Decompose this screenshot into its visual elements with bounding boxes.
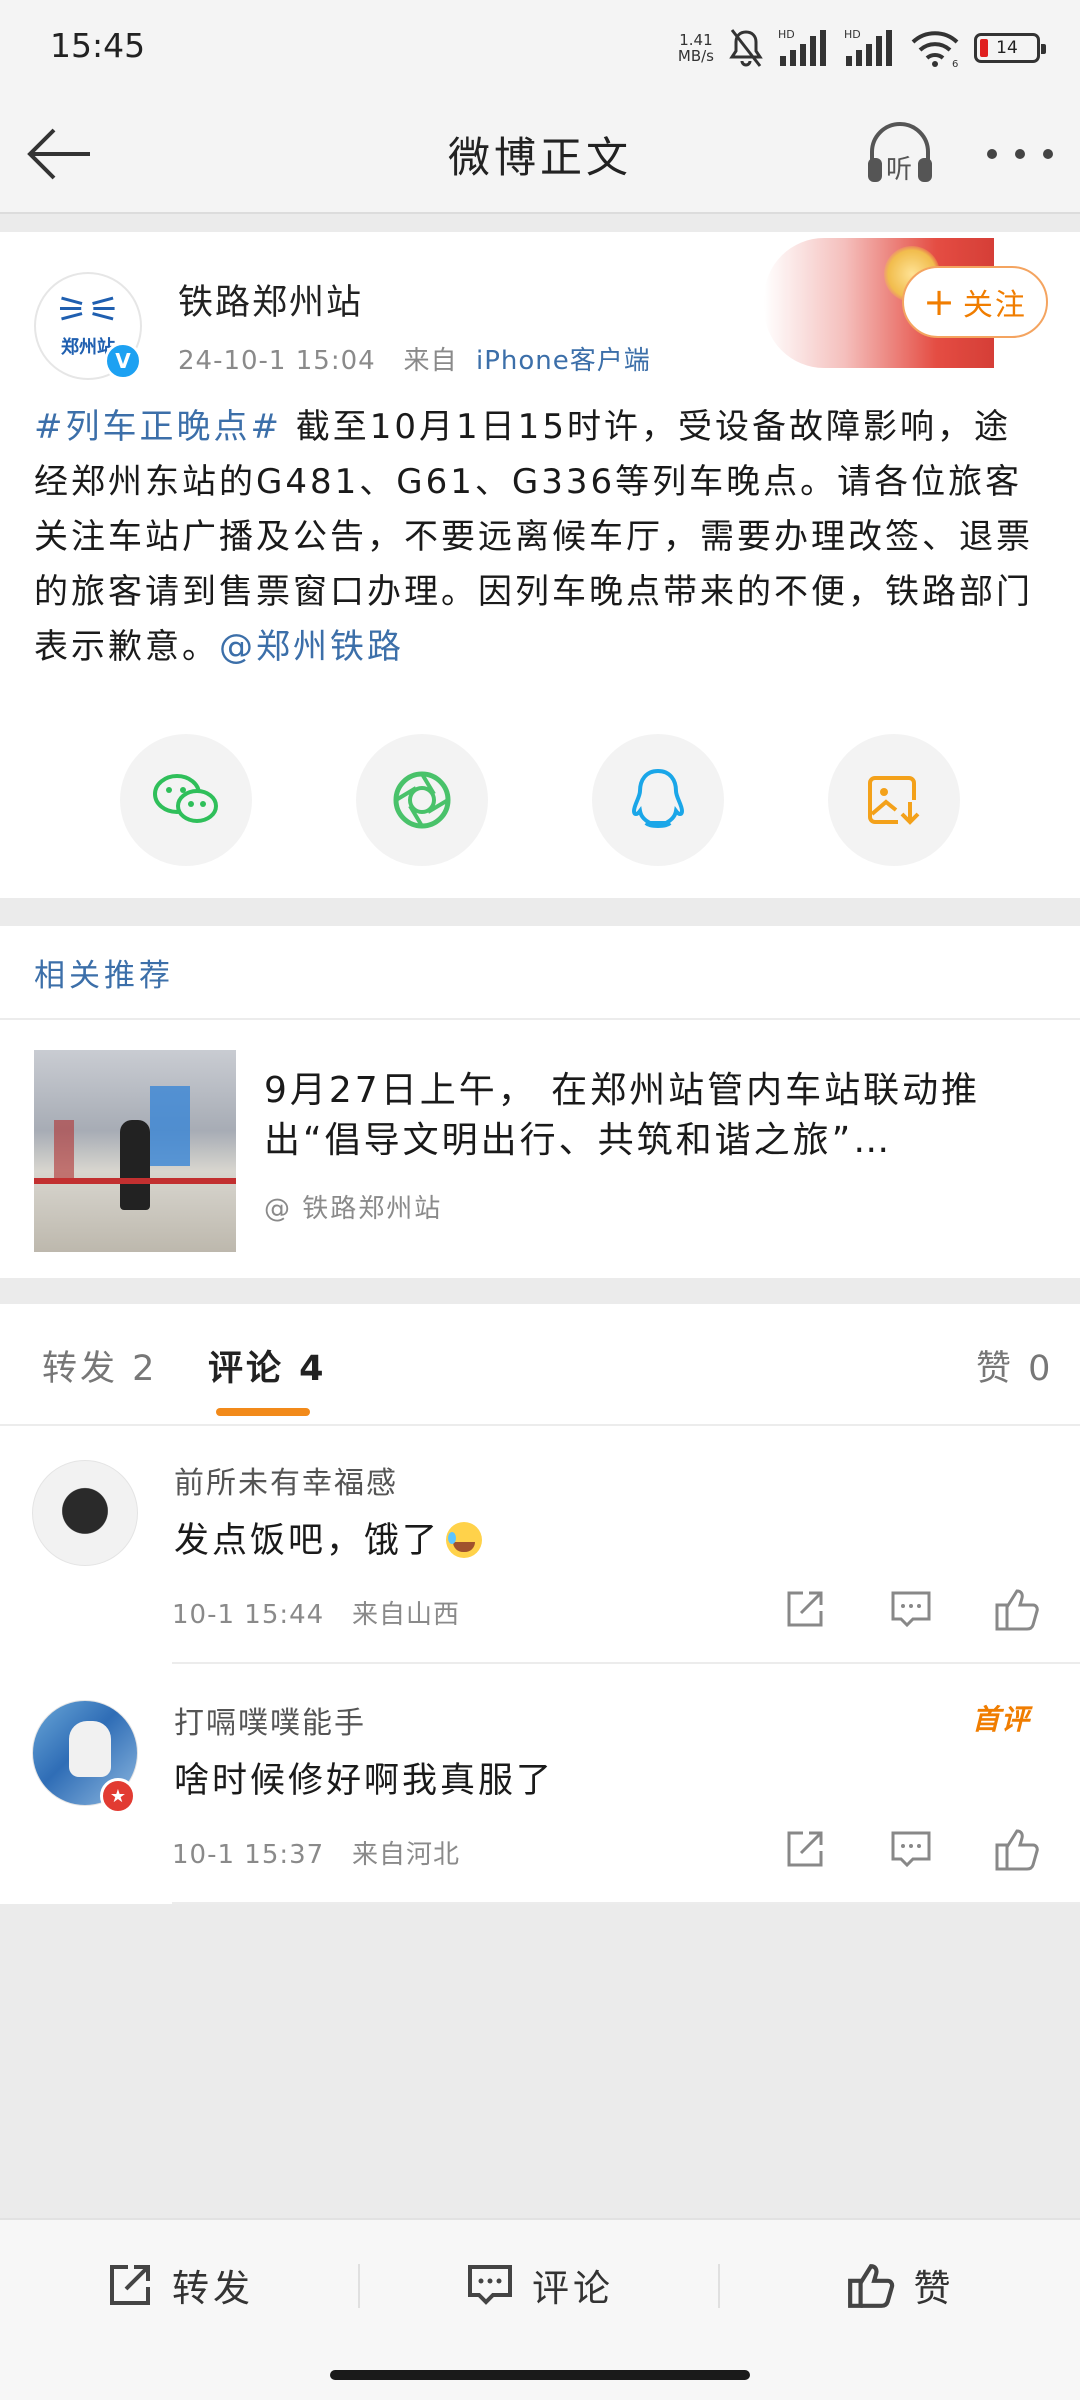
related-thumbnail: [34, 1050, 236, 1252]
comment-author[interactable]: 前所未有幸福感: [174, 1458, 398, 1502]
follow-label: 关注: [962, 288, 1027, 323]
member-badge-icon: ★: [100, 1778, 136, 1814]
reply-bubble-icon: [891, 1831, 931, 1868]
divider: [172, 1662, 1080, 1664]
save-image-button[interactable]: [828, 734, 960, 866]
bottom-repost-label: 转发: [172, 2267, 254, 2310]
comment-meta: 10-1 15:44 来自山西: [172, 1594, 460, 1631]
listen-headphones-icon[interactable]: 听: [864, 118, 936, 188]
comment-location: 来自山西: [352, 1600, 461, 1630]
comment-icon: [468, 2265, 512, 2305]
signal-hd-label: HD: [844, 28, 861, 41]
signal-icon: HD: [844, 28, 892, 66]
laugh-cry-emoji-icon: [446, 1522, 483, 1558]
topic-link[interactable]: #列车正晚点#: [34, 407, 282, 447]
thumbs-up-icon: [847, 2264, 894, 2308]
comment-text-content: 发点饭吧，饿了: [174, 1521, 441, 1561]
comment-author[interactable]: 打嗝噗噗能手: [174, 1698, 366, 1742]
status-time: 15:45: [50, 26, 146, 65]
related-title: 9月27日上午， 在郑州站管内车站联动推出“倡导文明出行、共筑和谐之旅”…: [264, 1070, 981, 1161]
post-source-prefix: 来自: [403, 346, 458, 376]
comment-reply-button[interactable]: [884, 1822, 938, 1876]
wifi-sub-label: 6: [952, 59, 958, 68]
comment-text: 啥时候修好啊我真服了: [174, 1761, 555, 1801]
verified-badge-icon: V: [104, 342, 142, 380]
bottom-like-label: 赞: [913, 2267, 955, 2310]
status-icons: 1.41 MB/s HD HD 6 14: [678, 26, 1046, 70]
divider: [172, 1902, 1080, 1904]
bottom-comment-label: 评论: [532, 2267, 614, 2310]
nav-bar: 微博正文 听: [0, 96, 1080, 214]
mention-link[interactable]: @郑州铁路: [219, 627, 404, 667]
signal-icon: HD: [778, 28, 826, 66]
moments-icon: [393, 771, 451, 829]
signal-hd-label: HD: [778, 28, 795, 41]
comment-meta: 10-1 15:37 来自河北: [172, 1834, 460, 1871]
comment-like-button[interactable]: [990, 1822, 1044, 1876]
comment-share-button[interactable]: [778, 1582, 832, 1636]
interaction-tabs: 转发 2 评论 4 赞 0: [0, 1304, 1080, 1426]
tab-active-indicator: [216, 1408, 310, 1416]
network-speed-unit: MB/s: [677, 47, 714, 65]
comment-item: 前所未有幸福感 发点饭吧，饿了 10-1 15:44 来自山西: [0, 1426, 1080, 1664]
post-card: ⚞⚟ 郑州站 V 铁路郑州站 24-10-1 15:04 来自 iPhone客户…: [0, 232, 1080, 898]
mute-bell-icon: [729, 29, 763, 67]
network-speed: 1.41 MB/s: [678, 32, 714, 64]
tab-repost[interactable]: 转发 2: [42, 1340, 157, 1391]
thumbs-up-icon: [995, 1589, 1039, 1631]
share-moments-button[interactable]: [356, 734, 488, 866]
save-image-icon: [868, 776, 920, 826]
share-out-icon: [787, 1591, 823, 1627]
plus-icon: +: [923, 280, 957, 324]
thumbs-up-icon: [995, 1829, 1039, 1871]
qq-icon: [631, 768, 685, 828]
comment-avatar[interactable]: [32, 1460, 138, 1566]
wechat-icon: [153, 774, 218, 823]
comment-share-button[interactable]: [778, 1822, 832, 1876]
network-speed-value: 1.41: [679, 31, 713, 49]
bottom-repost-button[interactable]: 转发: [0, 2220, 360, 2350]
related-item[interactable]: 9月27日上午， 在郑州站管内车站联动推出“倡导文明出行、共筑和谐之旅”… @ …: [0, 1020, 1080, 1278]
comment-text: 发点饭吧，饿了: [174, 1512, 483, 1563]
repost-icon: [110, 2265, 150, 2305]
post-time: 24-10-1 15:04: [178, 346, 376, 376]
wifi-icon: 6: [911, 31, 958, 68]
comment-list: 前所未有幸福感 发点饭吧，饿了 10-1 15:44 来自山西 ★ 打嗝噗噗能手…: [0, 1426, 1080, 1904]
post-body: #列车正晚点# 截至10月1日15时许，受设备故障影响，途经郑州东站的G481、…: [34, 400, 1044, 675]
follow-button[interactable]: + 关注: [902, 266, 1048, 338]
share-qq-button[interactable]: [592, 734, 724, 866]
comment-time: 10-1 15:37: [172, 1840, 325, 1870]
comment-like-button[interactable]: [990, 1582, 1044, 1636]
bottom-action-bar: 转发 评论 赞: [0, 2218, 1080, 2348]
related-heading: 相关推荐: [34, 958, 174, 994]
comment-item: ★ 打嗝噗噗能手 首评 啥时候修好啊我真服了 10-1 15:37 来自河北: [0, 1666, 1080, 1904]
share-wechat-button[interactable]: [120, 734, 252, 866]
share-out-icon: [787, 1831, 823, 1867]
comment-time: 10-1 15:44: [172, 1600, 325, 1630]
more-options-icon[interactable]: [980, 124, 1060, 184]
related-header: 相关推荐: [0, 926, 1080, 1020]
post-meta: 24-10-1 15:04 来自 iPhone客户端: [178, 340, 651, 377]
railway-logo-icon: ⚞⚟: [55, 290, 121, 331]
author-name[interactable]: 铁路郑州站: [178, 274, 363, 325]
battery-icon: 14: [974, 33, 1046, 63]
reply-bubble-icon: [891, 1591, 931, 1628]
listen-label: 听: [886, 155, 912, 185]
bottom-like-button[interactable]: 赞: [720, 2220, 1080, 2350]
related-source: @ 铁路郑州站: [264, 1194, 443, 1224]
battery-level: 14: [996, 38, 1018, 58]
tab-comment[interactable]: 评论 4: [208, 1340, 327, 1391]
first-comment-badge: 首评: [972, 1698, 1030, 1738]
post-source[interactable]: iPhone客户端: [476, 346, 651, 376]
share-row: [0, 734, 1080, 866]
bottom-comment-button[interactable]: 评论: [360, 2220, 720, 2350]
home-indicator[interactable]: [330, 2370, 750, 2380]
comment-reply-button[interactable]: [884, 1582, 938, 1636]
status-bar: 15:45 1.41 MB/s HD HD 6 14: [0, 0, 1080, 96]
tab-like[interactable]: 赞 0: [976, 1340, 1053, 1391]
comment-location: 来自河北: [352, 1840, 461, 1870]
